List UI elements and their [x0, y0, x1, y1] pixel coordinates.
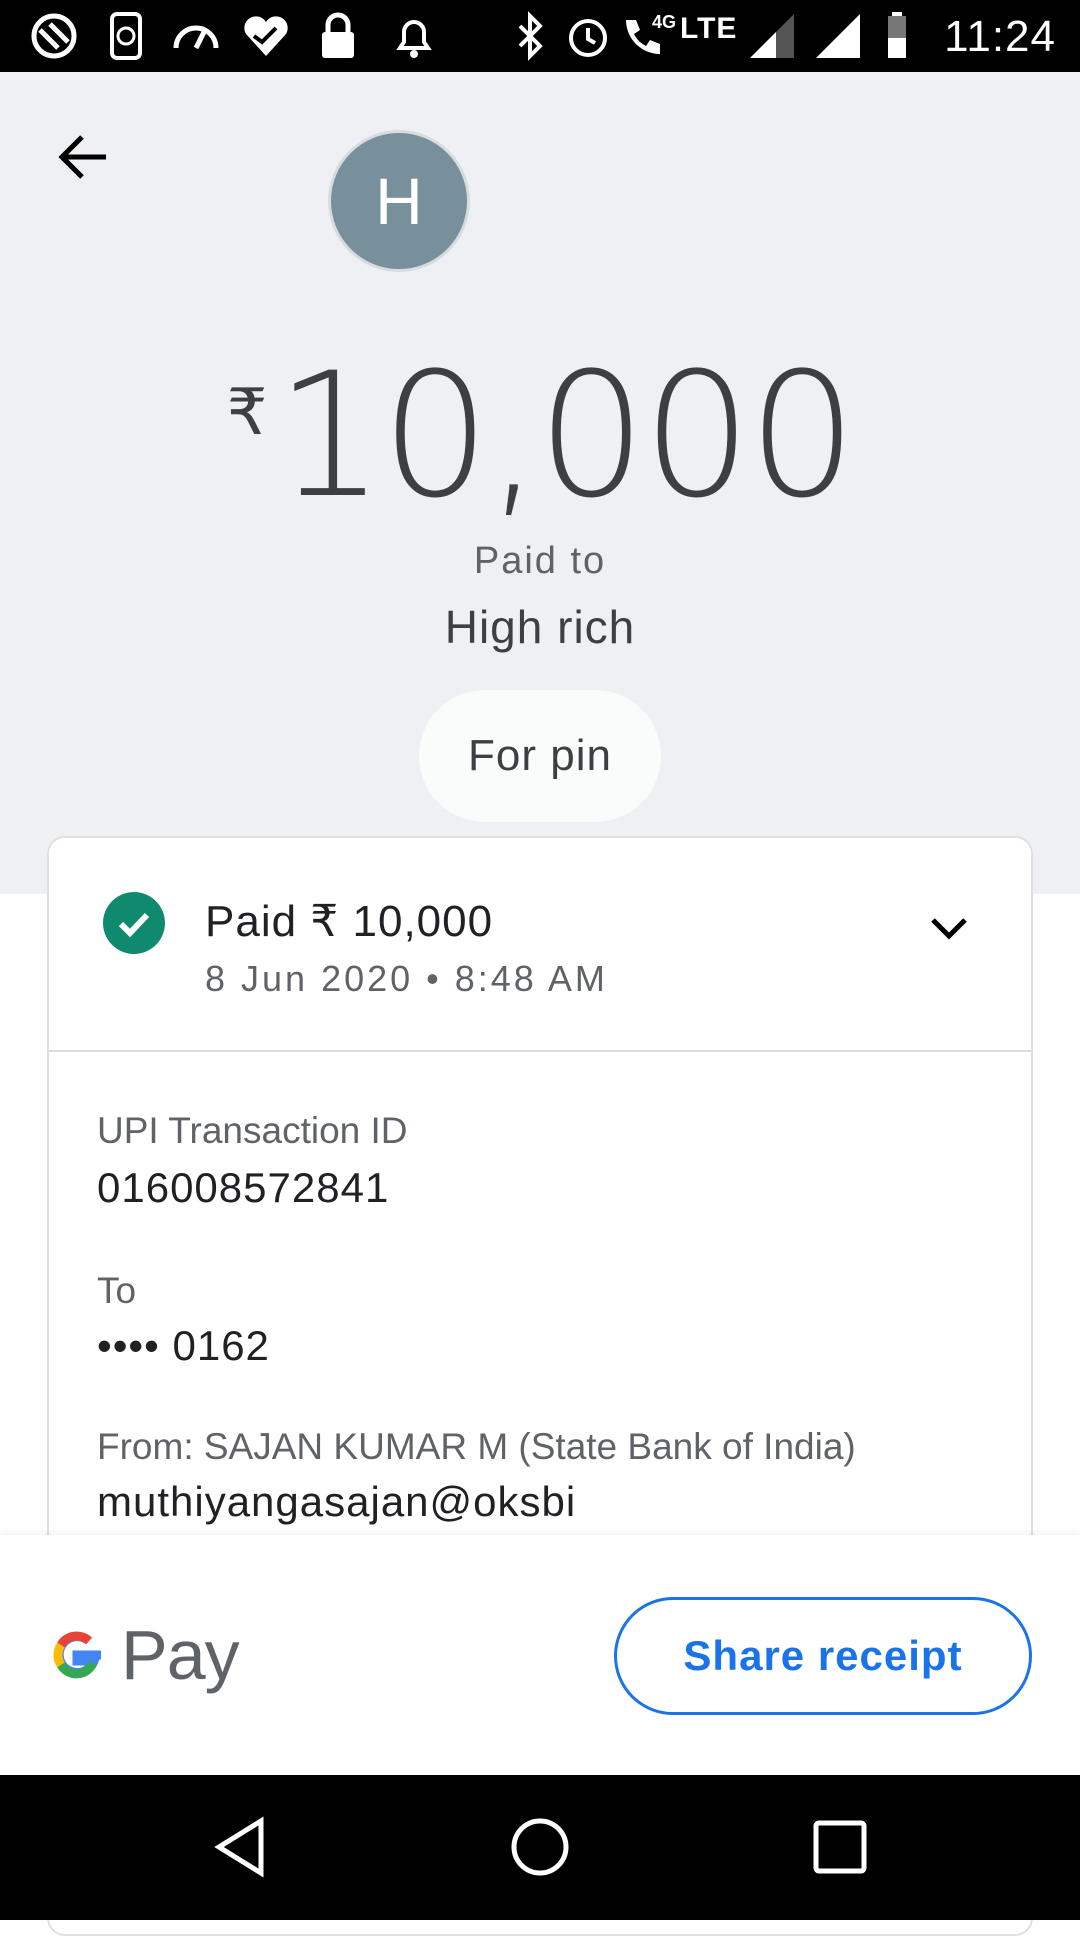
payment-note-chip: For pin — [419, 690, 661, 822]
clock: 11:24 — [944, 12, 1056, 61]
payment-date-time: 8 Jun 2020 • 8:48 AM — [205, 958, 608, 999]
avatar: H — [328, 130, 470, 272]
brand-text: Pay — [121, 1616, 240, 1694]
to-label: To — [97, 1270, 137, 1311]
recents-square-icon[interactable] — [804, 1811, 876, 1883]
signal-icon — [746, 10, 798, 62]
upi-transaction-id-label: UPI Transaction ID — [97, 1110, 408, 1151]
signal-icon — [812, 10, 864, 62]
from-upi-id-value: muthiyangasajan@oksbi — [97, 1478, 577, 1525]
google-pay-logo: Pay — [47, 1616, 240, 1694]
amount-display: ₹10,000 — [0, 335, 1080, 536]
app-icon — [28, 10, 80, 62]
currency-symbol: ₹ — [226, 376, 268, 448]
network-type: LTE — [680, 12, 738, 45]
back-triangle-icon[interactable] — [205, 1811, 277, 1883]
to-account-value: •••• 0162 — [97, 1322, 270, 1369]
health-heart-icon — [240, 10, 292, 62]
chevron-down-icon[interactable] — [925, 904, 973, 952]
payment-status-title: Paid ₹ 10,000 — [205, 897, 494, 946]
call-badge: 4G — [652, 12, 677, 32]
check-circle-icon — [103, 892, 165, 954]
speedometer-icon — [170, 10, 222, 62]
status-bar: 4G LTE 11:24 — [0, 0, 1080, 72]
home-circle-icon[interactable] — [504, 1811, 576, 1883]
payee-name: High rich — [444, 601, 636, 653]
battery-icon — [876, 10, 928, 62]
from-label: From: SAJAN KUMAR M (State Bank of India… — [97, 1426, 856, 1467]
lock-icon — [312, 10, 364, 62]
bluetooth-icon — [504, 10, 556, 62]
paid-to-label: Paid to — [473, 540, 607, 582]
divider — [49, 1050, 1031, 1052]
back-button[interactable] — [52, 125, 116, 189]
sync-phone-icon — [100, 10, 152, 62]
alarm-icon — [562, 10, 614, 62]
upi-transaction-id-value[interactable]: 016008572841 — [97, 1164, 389, 1212]
system-nav-bar — [0, 1775, 1080, 1920]
share-receipt-button[interactable]: Share receipt — [614, 1597, 1032, 1715]
bottom-action-bar: Pay Share receipt — [0, 1535, 1080, 1775]
google-g-icon — [53, 1631, 101, 1679]
bell-icon — [388, 10, 440, 62]
amount-value: 10,000 — [275, 335, 857, 536]
arrow-back-icon — [58, 135, 106, 179]
